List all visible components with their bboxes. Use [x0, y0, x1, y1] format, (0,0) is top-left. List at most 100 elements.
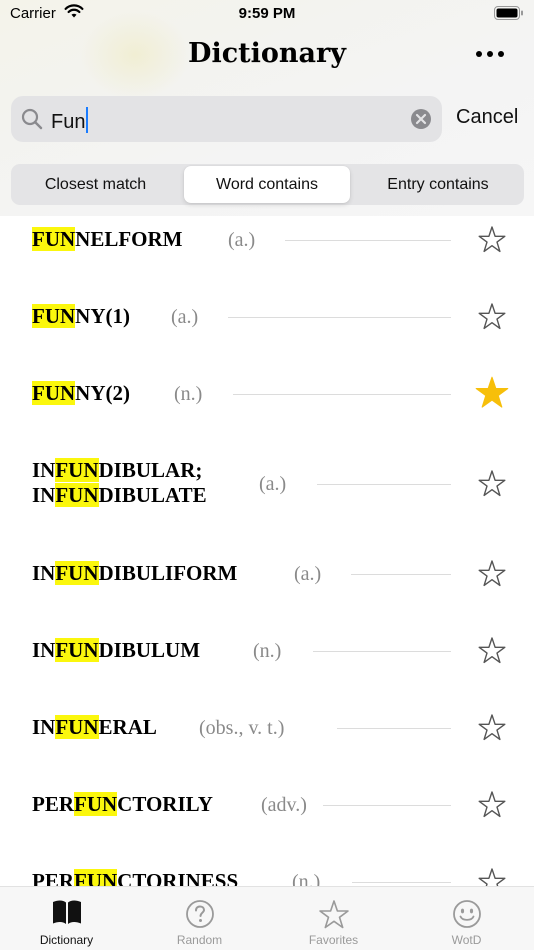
search-field[interactable]: Fun — [11, 96, 442, 142]
results-list: FUNNELFORM (a.) FUNNY(1) (a.) FUNNY(2) (… — [0, 216, 534, 886]
entry-word: INFUNERAL — [32, 715, 157, 740]
divider-line — [313, 651, 451, 652]
favorite-star-filled-icon[interactable] — [474, 375, 510, 411]
tab-label: Favorites — [308, 933, 359, 947]
favorite-star-icon[interactable] — [476, 558, 508, 590]
favorite-star-icon[interactable] — [476, 866, 508, 886]
segment-closest-match[interactable]: Closest match — [13, 166, 178, 203]
text-caret — [86, 107, 89, 133]
part-of-speech: (n.) — [292, 871, 321, 886]
word-suffix: CTORINESS — [117, 869, 239, 886]
word-suffix: DIBULUM — [98, 638, 201, 662]
word-prefix: IN — [32, 561, 56, 585]
tab-favorites[interactable]: Favorites — [267, 887, 400, 950]
word-prefix: IN — [32, 458, 56, 482]
favorite-star-icon[interactable] — [476, 712, 508, 744]
smiley-icon — [452, 900, 481, 928]
tab-label: Dictionary — [39, 933, 94, 947]
list-item[interactable]: FUNNY(2) (n.) — [32, 370, 512, 416]
part-of-speech: (n.) — [174, 383, 203, 405]
list-item[interactable]: FUNNY(1) (a.) — [32, 293, 512, 339]
entry-word: PERFUNCTORILY — [32, 792, 213, 817]
favorite-star-icon[interactable] — [476, 635, 508, 667]
favorite-star-icon[interactable] — [476, 301, 508, 333]
tab-wotd[interactable]: WotD — [400, 887, 533, 950]
word-suffix: ERAL — [98, 715, 157, 739]
match-highlight: FUN — [55, 715, 99, 739]
search-input-value: Fun — [51, 111, 86, 133]
search-icon — [21, 108, 43, 130]
tab-label: WotD — [451, 933, 482, 947]
word-prefix: IN — [32, 483, 56, 507]
list-item[interactable]: FUNNELFORM (a.) — [32, 216, 512, 262]
entry-word: FUNNELFORM — [32, 227, 183, 252]
word-prefix: PER — [32, 869, 74, 886]
favorite-star-icon[interactable] — [476, 468, 508, 500]
word-suffix: DIBULATE — [98, 483, 207, 507]
divider-line — [285, 240, 451, 241]
entry-word: INFUNDIBULIFORM — [32, 561, 237, 586]
status-bar: Carrier 9:59 PM — [0, 0, 534, 30]
tab-label: Random — [176, 933, 223, 947]
tab-random[interactable]: Random — [133, 887, 266, 950]
word-suffix: DIBULAR; — [98, 458, 203, 482]
divider-line — [352, 882, 451, 883]
segment-word-contains[interactable]: Word contains — [184, 166, 350, 203]
match-highlight: FUN — [55, 458, 99, 482]
word-suffix: NY(1) — [75, 304, 130, 328]
word-suffix: NELFORM — [75, 227, 183, 251]
page-title: Dictionary — [188, 38, 346, 69]
list-item[interactable]: PERFUNCTORILY (adv.) — [32, 781, 512, 827]
cancel-button[interactable]: Cancel — [456, 106, 518, 129]
star-icon — [318, 900, 349, 929]
match-highlight: FUN — [55, 638, 99, 662]
word-suffix: DIBULIFORM — [98, 561, 238, 585]
list-item[interactable]: INFUNDIBULAR; INFUNDIBULATE (a.) — [32, 452, 512, 516]
match-highlight: FUN — [32, 381, 76, 405]
clear-search-icon[interactable] — [410, 108, 432, 130]
more-options-button[interactable] — [474, 44, 506, 64]
favorite-star-icon[interactable] — [476, 224, 508, 256]
entry-word: FUNNY(2) — [32, 381, 130, 406]
book-icon — [52, 900, 81, 924]
divider-line — [233, 394, 451, 395]
match-highlight: FUN — [74, 792, 118, 816]
ellipsis-icon — [476, 51, 504, 57]
part-of-speech: (a.) — [171, 306, 199, 328]
word-prefix: IN — [32, 638, 56, 662]
entry-word-line-1: INFUNDIBULAR; — [32, 458, 207, 483]
divider-line — [351, 574, 451, 575]
match-highlight: FUN — [32, 227, 76, 251]
entry-word: PERFUNCTORINESS — [32, 869, 238, 886]
divider-line — [323, 805, 451, 806]
match-highlight: FUN — [55, 561, 99, 585]
word-prefix: IN — [32, 715, 56, 739]
word-suffix: NY(2) — [75, 381, 130, 405]
question-circle-icon — [185, 900, 214, 928]
list-item[interactable]: INFUNDIBULIFORM (a.) — [32, 550, 512, 596]
divider-line — [317, 484, 451, 485]
tab-dictionary[interactable]: Dictionary — [0, 887, 133, 950]
divider-line — [337, 728, 451, 729]
segment-entry-contains[interactable]: Entry contains — [354, 166, 522, 203]
favorite-star-icon[interactable] — [476, 789, 508, 821]
entry-word: INFUNDIBULAR; INFUNDIBULATE — [32, 458, 207, 508]
match-highlight: FUN — [55, 483, 99, 507]
part-of-speech: (n.) — [253, 640, 282, 662]
word-suffix: CTORILY — [117, 792, 213, 816]
match-highlight: FUN — [32, 304, 76, 328]
tab-bar: Dictionary Random Favorites WotD — [0, 886, 534, 950]
match-highlight: FUN — [74, 869, 118, 886]
part-of-speech: (a.) — [228, 229, 256, 251]
divider-line — [228, 317, 451, 318]
part-of-speech: (a.) — [294, 563, 322, 585]
search-input[interactable]: Fun — [51, 107, 89, 134]
word-prefix: PER — [32, 792, 74, 816]
entry-word: FUNNY(1) — [32, 304, 130, 329]
search-mode-segmented-control: Closest match Word contains Entry contai… — [11, 164, 524, 205]
part-of-speech: (adv.) — [261, 794, 307, 816]
entry-word: INFUNDIBULUM — [32, 638, 200, 663]
list-item[interactable]: PERFUNCTORINESS (n.) — [32, 858, 512, 886]
list-item[interactable]: INFUNERAL (obs., v. t.) — [32, 704, 512, 750]
list-item[interactable]: INFUNDIBULUM (n.) — [32, 627, 512, 673]
